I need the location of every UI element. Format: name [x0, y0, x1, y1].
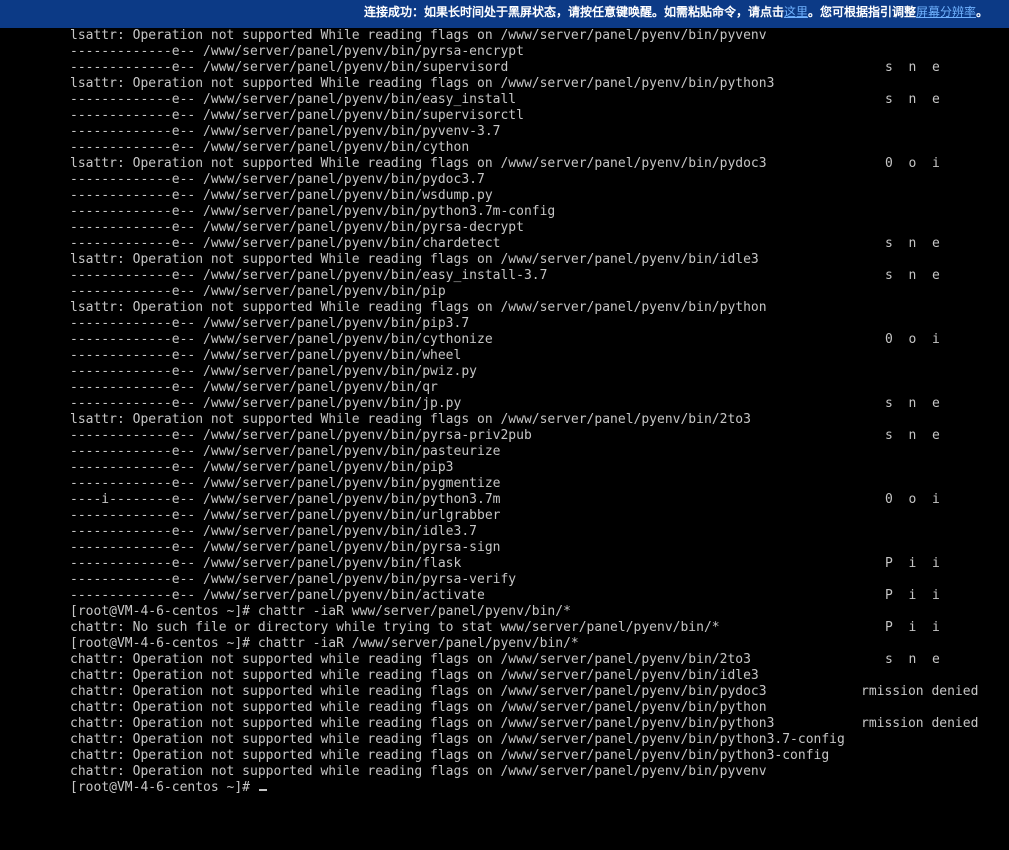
terminal-line: lsattr: Operation not supported While re… — [70, 76, 775, 91]
artifact-text: s n e — [885, 396, 940, 411]
terminal-line: [root@VM-4-6-centos ~]# chattr -iaR /www… — [70, 636, 579, 651]
terminal-line: -------------e-- /www/server/panel/pyenv… — [70, 268, 548, 283]
terminal-line: -------------e-- /www/server/panel/pyenv… — [70, 364, 477, 379]
terminal-line: chattr: Operation not supported while re… — [70, 764, 767, 779]
terminal-line: -------------e-- /www/server/panel/pyenv… — [70, 524, 477, 539]
terminal-line: -------------e-- /www/server/panel/pyenv… — [70, 572, 517, 587]
terminal-line: -------------e-- /www/server/panel/pyenv… — [70, 236, 501, 251]
terminal-line: -------------e-- /www/server/panel/pyenv… — [70, 140, 470, 155]
terminal-line: [root@VM-4-6-centos ~]# chattr -iaR www/… — [70, 604, 571, 619]
terminal-line: chattr: Operation not supported while re… — [70, 668, 759, 683]
artifact-text: s n e — [885, 652, 940, 667]
terminal-line: -------------e-- /www/server/panel/pyenv… — [70, 108, 524, 123]
terminal-line: -------------e-- /www/server/panel/pyenv… — [70, 508, 501, 523]
terminal-line: -------------e-- /www/server/panel/pyenv… — [70, 204, 556, 219]
artifact-text: 0 o i — [885, 492, 940, 507]
terminal-line: -------------e-- /www/server/panel/pyenv… — [70, 428, 532, 443]
terminal-line: -------------e-- /www/server/panel/pyenv… — [70, 60, 509, 75]
terminal-line: -------------e-- /www/server/panel/pyenv… — [70, 172, 485, 187]
prompt-text: [root@VM-4-6-centos ~]# — [70, 780, 258, 795]
artifact-text: rmission denied — [861, 716, 979, 731]
paste-here-link[interactable]: 这里 — [784, 5, 808, 19]
terminal-line: lsattr: Operation not supported While re… — [70, 300, 767, 315]
text-cursor — [258, 789, 267, 791]
terminal-line: lsattr: Operation not supported While re… — [70, 28, 767, 43]
terminal-line: -------------e-- /www/server/panel/pyenv… — [70, 220, 524, 235]
terminal-line: chattr: No such file or directory while … — [70, 620, 720, 635]
artifact-text: rmission denied — [861, 684, 979, 699]
terminal-line: -------------e-- /www/server/panel/pyenv… — [70, 380, 438, 395]
terminal-line: -------------e-- /www/server/panel/pyenv… — [70, 444, 501, 459]
terminal-line: -------------e-- /www/server/panel/pyenv… — [70, 284, 446, 299]
terminal-line: lsattr: Operation not supported While re… — [70, 156, 767, 171]
terminal-line: -------------e-- /www/server/panel/pyenv… — [70, 396, 462, 411]
terminal-line: -------------e-- /www/server/panel/pyenv… — [70, 332, 493, 347]
artifact-text: s n e — [885, 268, 940, 283]
artifact-text: s n e — [885, 60, 940, 75]
terminal-line: chattr: Operation not supported while re… — [70, 700, 767, 715]
terminal-line: -------------e-- /www/server/panel/pyenv… — [70, 588, 485, 603]
banner-text: 连接成功：如果长时间处于黑屏状态，请按任意键唤醒。如需粘贴命令，请点击 — [364, 5, 785, 19]
terminal-line: -------------e-- /www/server/panel/pyenv… — [70, 540, 501, 555]
artifact-text: 0 o i — [885, 332, 940, 347]
artifact-text: s n e — [885, 92, 940, 107]
connection-banner: 连接成功：如果长时间处于黑屏状态，请按任意键唤醒。如需粘贴命令，请点击这里。您可… — [0, 0, 1009, 28]
artifact-text: P i i — [885, 556, 940, 571]
artifact-text: s n e — [885, 236, 940, 251]
terminal-line: -------------e-- /www/server/panel/pyenv… — [70, 188, 493, 203]
banner-text-end: 。 — [976, 5, 989, 19]
artifact-text: 0 o i — [885, 156, 940, 171]
terminal-line: chattr: Operation not supported while re… — [70, 716, 775, 731]
terminal-line: -------------e-- /www/server/panel/pyenv… — [70, 476, 501, 491]
artifact-text: P i i — [885, 620, 940, 635]
terminal-line: -------------e-- /www/server/panel/pyenv… — [70, 124, 501, 139]
terminal-line: -------------e-- /www/server/panel/pyenv… — [70, 44, 524, 59]
artifact-text: s n e — [885, 428, 940, 443]
terminal-line: chattr: Operation not supported while re… — [70, 732, 845, 747]
terminal-line: -------------e-- /www/server/panel/pyenv… — [70, 556, 462, 571]
terminal-line: lsattr: Operation not supported While re… — [70, 412, 751, 427]
screen-resolution-link[interactable]: 屏幕分辨率 — [916, 5, 976, 19]
terminal-line: chattr: Operation not supported while re… — [70, 652, 751, 667]
artifact-text: P i i — [885, 588, 940, 603]
terminal-line: lsattr: Operation not supported While re… — [70, 252, 759, 267]
terminal-screen[interactable]: lsattr: Operation not supported While re… — [70, 28, 990, 850]
terminal-line: -------------e-- /www/server/panel/pyenv… — [70, 348, 462, 363]
banner-text-middle: 。您可根据指引调整 — [808, 5, 917, 19]
terminal-line: chattr: Operation not supported while re… — [70, 748, 830, 763]
terminal-line: -------------e-- /www/server/panel/pyenv… — [70, 316, 470, 331]
terminal-line: ----i--------e-- /www/server/panel/pyenv… — [70, 492, 501, 507]
terminal-line: chattr: Operation not supported while re… — [70, 684, 767, 699]
terminal-prompt[interactable]: [root@VM-4-6-centos ~]# — [70, 780, 990, 796]
terminal-line: -------------e-- /www/server/panel/pyenv… — [70, 460, 454, 475]
terminal-line: -------------e-- /www/server/panel/pyenv… — [70, 92, 517, 107]
